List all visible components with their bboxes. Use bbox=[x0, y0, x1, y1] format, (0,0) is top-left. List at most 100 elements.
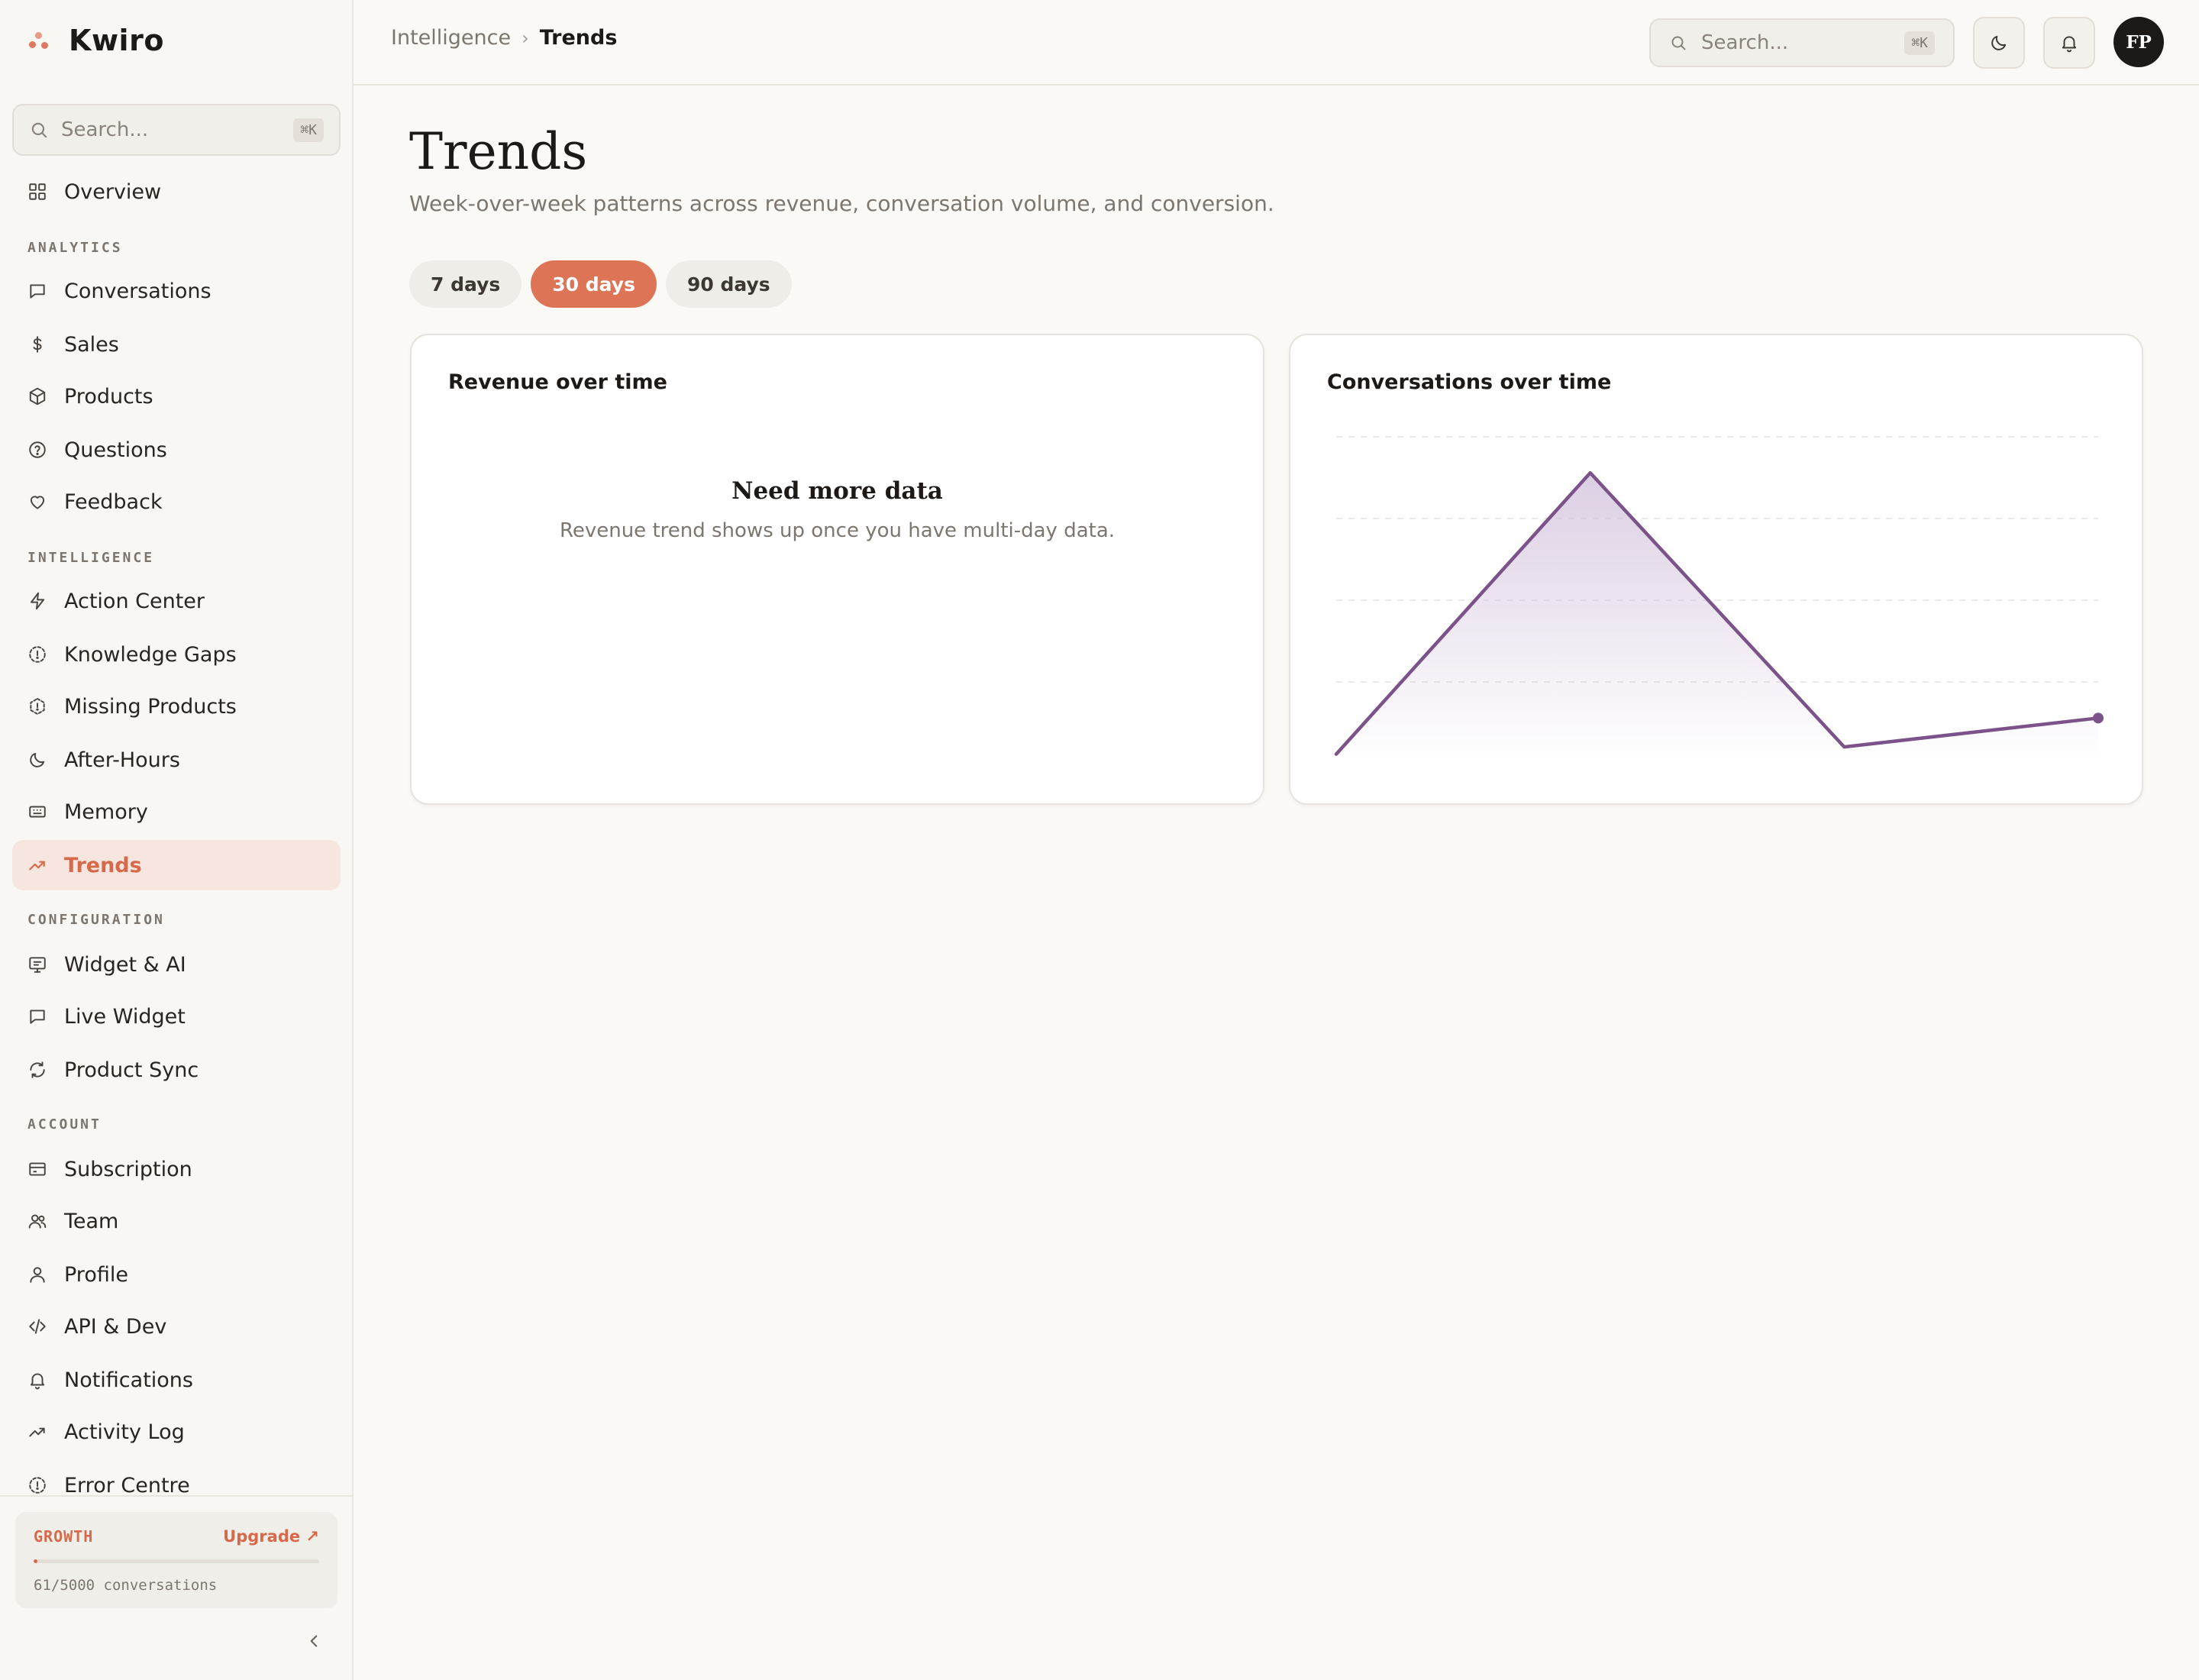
user-icon bbox=[30, 1267, 45, 1283]
breadcrumb-separator: › bbox=[521, 27, 529, 49]
sidebar-item-missing-products[interactable]: Missing Products bbox=[12, 681, 341, 732]
sidebar-item-label: Profile bbox=[64, 1262, 128, 1287]
brand-logo-icon bbox=[27, 29, 50, 52]
notifications-button[interactable] bbox=[2043, 17, 2095, 69]
range-tab-7-days[interactable]: 7 days bbox=[409, 260, 522, 308]
revenue-card: Revenue over time Need more data Revenue… bbox=[410, 334, 1264, 805]
chart-point[interactable] bbox=[2093, 712, 2104, 724]
sidebar-item-label: Subscription bbox=[64, 1157, 192, 1181]
section-title-intelligence: INTELLIGENCE bbox=[27, 550, 155, 566]
avatar[interactable]: FP bbox=[2113, 17, 2164, 67]
sidebar-item-label: Missing Products bbox=[64, 694, 237, 719]
breadcrumb-current: Trends bbox=[539, 26, 618, 50]
section-title-account: ACCOUNT bbox=[27, 1116, 102, 1132]
upgrade-link[interactable]: Upgrade ↗ bbox=[223, 1527, 319, 1546]
sidebar-item-label: Memory bbox=[64, 800, 148, 824]
moon-icon bbox=[1991, 35, 2007, 50]
sidebar-item-profile[interactable]: Profile bbox=[12, 1249, 341, 1300]
bell-icon bbox=[30, 1373, 45, 1390]
topbar-search-input[interactable]: Search... ⌘K bbox=[1649, 18, 1955, 67]
page-subtitle: Week-over-week patterns across revenue, … bbox=[409, 191, 1274, 216]
grid-icon bbox=[29, 183, 46, 200]
help-circle-icon bbox=[29, 441, 46, 458]
breadcrumb: Intelligence › Trends bbox=[391, 26, 617, 50]
sidebar-item-api-dev[interactable]: API & Dev bbox=[12, 1301, 341, 1352]
revenue-card-title: Revenue over time bbox=[448, 370, 667, 394]
sidebar-item-notifications[interactable]: Notifications bbox=[12, 1355, 341, 1405]
moon-icon bbox=[30, 752, 45, 767]
sidebar-item-sales[interactable]: Sales bbox=[12, 319, 341, 370]
page-title: Trends bbox=[409, 122, 588, 181]
message-icon bbox=[30, 284, 45, 299]
sidebar-item-label: Products bbox=[64, 384, 153, 409]
plan-usage-bar bbox=[34, 1559, 319, 1563]
sidebar-item-label: Widget & AI bbox=[64, 952, 186, 977]
sidebar-item-label: Live Widget bbox=[64, 1004, 186, 1029]
brand[interactable]: Kwiro bbox=[27, 21, 164, 60]
monitor-icon bbox=[29, 957, 46, 973]
topbar-search-shortcut: ⌘K bbox=[1904, 31, 1935, 55]
empty-state-subtitle: Revenue trend shows up once you have mul… bbox=[559, 519, 1116, 542]
lightning-icon bbox=[30, 592, 45, 610]
sidebar-item-overview[interactable]: Overview bbox=[12, 166, 341, 217]
sidebar-search-placeholder: Search... bbox=[61, 118, 149, 141]
chart-area-fill bbox=[1336, 473, 2098, 761]
sidebar-item-label: Sales bbox=[64, 332, 119, 357]
dollar-icon bbox=[33, 336, 42, 353]
sidebar-item-feedback[interactable]: Feedback bbox=[12, 477, 341, 527]
plan-card: GROWTH Upgrade ↗ 61/5000 conversations bbox=[15, 1512, 337, 1608]
dashed-circle-icon bbox=[29, 646, 46, 663]
bell-icon bbox=[2062, 36, 2077, 53]
sidebar-item-label: Product Sync bbox=[64, 1058, 199, 1082]
dashed-hexagon-icon bbox=[30, 697, 45, 716]
alert-circle-icon bbox=[29, 1477, 46, 1494]
sidebar-item-label: Trends bbox=[64, 853, 142, 877]
sidebar-item-product-sync[interactable]: Product Sync bbox=[12, 1045, 341, 1095]
sidebar-item-live-widget[interactable]: Live Widget bbox=[12, 991, 341, 1042]
sidebar-item-label: After-Hours bbox=[64, 748, 180, 772]
code-icon bbox=[29, 1319, 46, 1334]
sidebar-item-label: Action Center bbox=[64, 589, 205, 613]
range-tabs: 7 days 30 days 90 days bbox=[409, 260, 801, 308]
sidebar-item-knowledge-gaps[interactable]: Knowledge Gaps bbox=[12, 629, 341, 680]
plan-usage-fill bbox=[34, 1559, 37, 1563]
search-icon bbox=[31, 122, 47, 138]
collapse-sidebar-icon[interactable] bbox=[304, 1631, 324, 1651]
conversations-card: Conversations over time bbox=[1289, 334, 2143, 805]
theme-toggle-button[interactable] bbox=[1973, 17, 2025, 69]
range-tab-90-days[interactable]: 90 days bbox=[665, 260, 792, 308]
sidebar-item-label: Questions bbox=[64, 438, 167, 462]
sidebar-search-shortcut: ⌘K bbox=[293, 118, 324, 142]
sidebar-item-trends[interactable]: Trends bbox=[12, 840, 341, 890]
box-icon bbox=[29, 387, 46, 405]
sidebar-item-team[interactable]: Team bbox=[12, 1196, 341, 1246]
sidebar-item-subscription[interactable]: Subscription bbox=[12, 1144, 341, 1194]
sidebar-item-memory[interactable]: Memory bbox=[12, 787, 341, 837]
section-title-configuration: CONFIGURATION bbox=[27, 912, 165, 928]
conversations-chart bbox=[1334, 436, 2104, 761]
sidebar-item-label: Conversations bbox=[64, 279, 212, 303]
sidebar-item-conversations[interactable]: Conversations bbox=[12, 266, 341, 316]
sidebar-item-products[interactable]: Products bbox=[12, 371, 341, 422]
trending-up-icon bbox=[29, 861, 45, 871]
range-tab-30-days[interactable]: 30 days bbox=[531, 260, 657, 308]
sidebar-item-label: Knowledge Gaps bbox=[64, 642, 237, 667]
sidebar-item-label: Error Centre bbox=[64, 1473, 190, 1497]
sidebar-item-after-hours[interactable]: After-Hours bbox=[12, 735, 341, 785]
brand-name: Kwiro bbox=[69, 24, 164, 57]
memory-icon bbox=[29, 806, 46, 818]
sidebar-item-label: Overview bbox=[64, 179, 162, 204]
refresh-icon bbox=[30, 1061, 45, 1078]
topbar-search-placeholder: Search... bbox=[1701, 31, 1789, 54]
users-icon bbox=[28, 1214, 47, 1229]
sidebar-item-action-center[interactable]: Action Center bbox=[12, 576, 341, 626]
search-icon bbox=[1671, 36, 1686, 50]
breadcrumb-parent[interactable]: Intelligence bbox=[391, 26, 511, 50]
sidebar-item-widget-ai[interactable]: Widget & AI bbox=[12, 939, 341, 990]
sidebar-item-label: Notifications bbox=[64, 1368, 193, 1392]
sidebar-item-label: API & Dev bbox=[64, 1314, 167, 1339]
sidebar-item-questions[interactable]: Questions bbox=[12, 425, 341, 475]
sidebar-item-activity-log[interactable]: Activity Log bbox=[12, 1407, 341, 1457]
sidebar-search-input[interactable]: Search... ⌘K bbox=[12, 104, 341, 156]
credit-card-icon bbox=[29, 1162, 46, 1176]
